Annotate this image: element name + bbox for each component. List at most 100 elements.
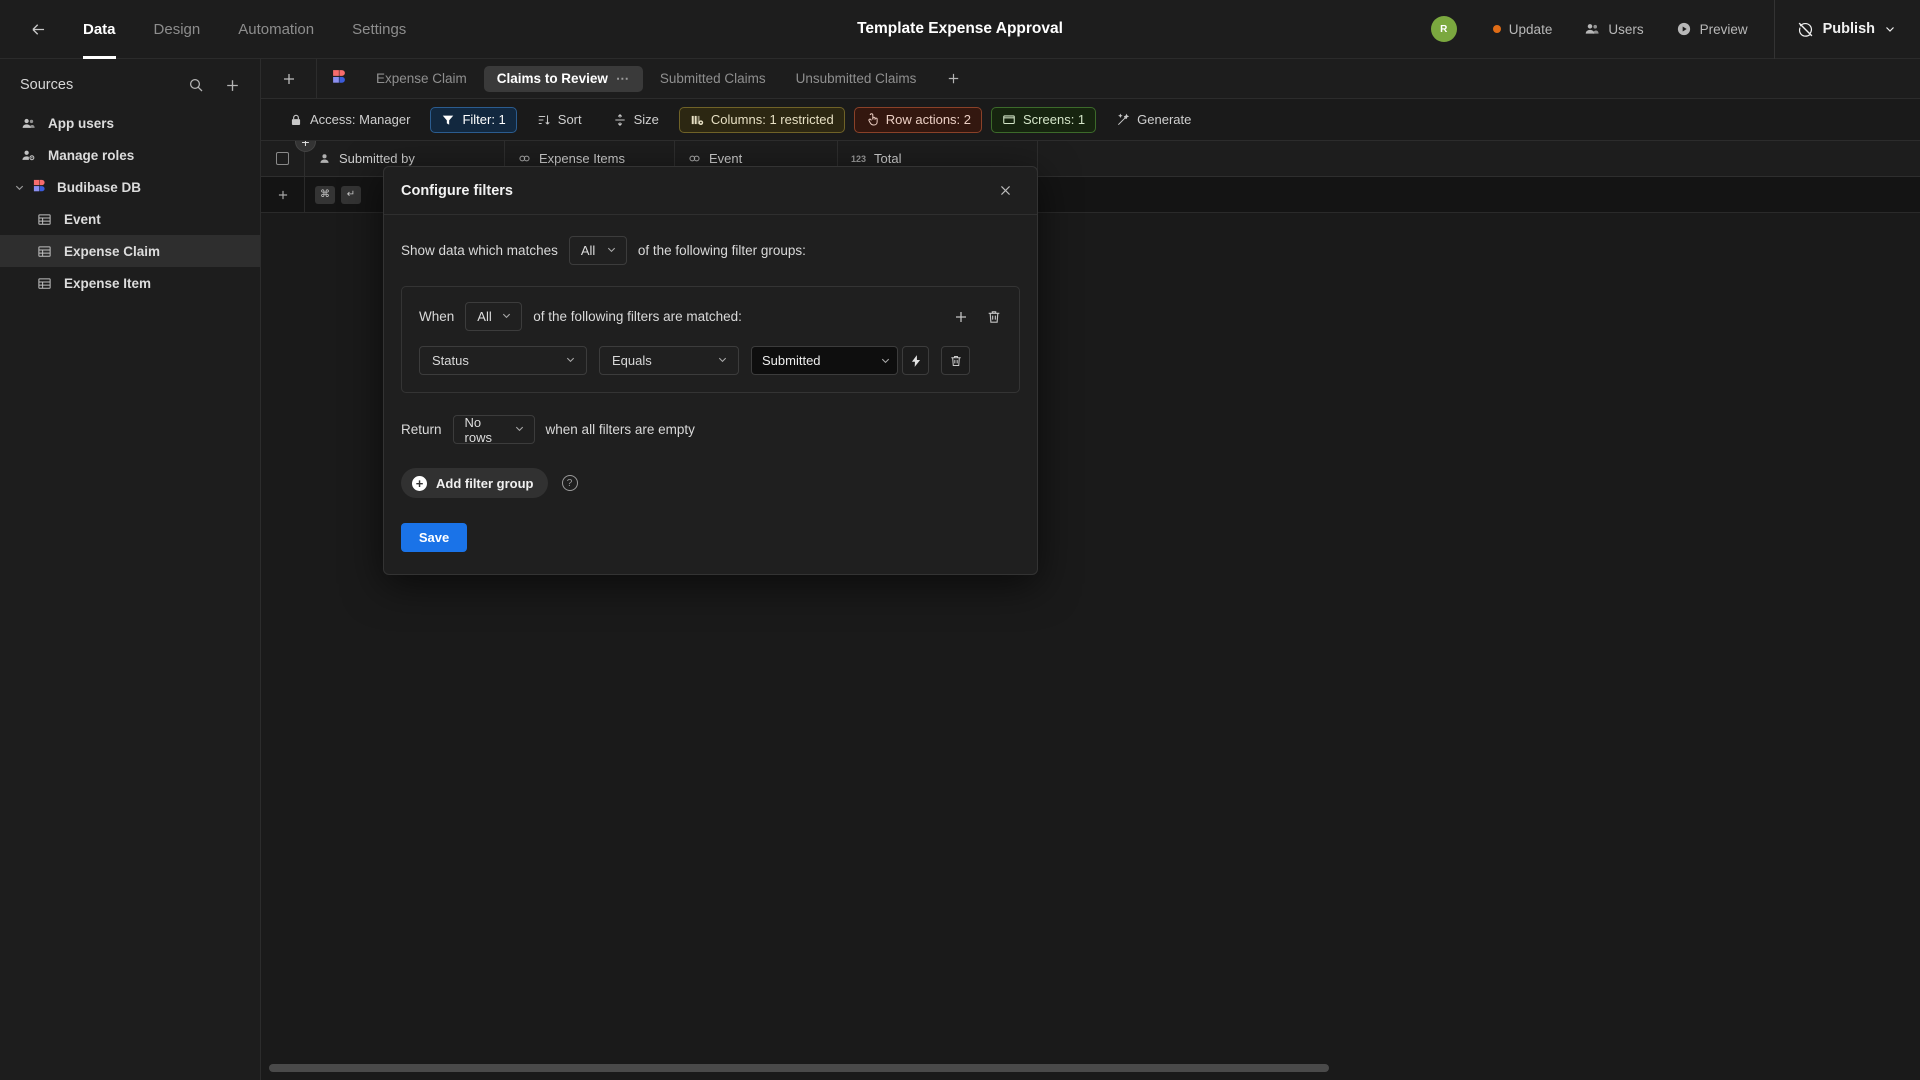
modal-header: Configure filters [384,167,1037,215]
chevron-down-icon [501,310,512,324]
sidebar-item-budibase-db[interactable]: Budibase DB [0,171,260,203]
sort-icon [537,113,551,127]
table-icon [36,212,53,227]
row-action-icon [865,112,879,127]
nav-tab-automation-label: Automation [238,20,315,38]
keyboard-hint: ⌘ ↵ [305,177,361,212]
chevron-down-icon [565,353,576,368]
top-navigation-bar: Data Design Automation Settings Template… [0,0,1920,59]
filter-field-select[interactable]: Status [419,346,587,375]
column-header-total-label: Total [874,151,902,166]
screens-button[interactable]: Screens: 1 [991,106,1097,133]
chevron-down-icon [514,423,525,437]
screens-button-label: Screens: 1 [1023,112,1086,127]
sidebar-item-expense-claim[interactable]: Expense Claim [0,235,260,267]
sidebar-item-budibase-db-label: Budibase DB [57,179,142,195]
keycap-command: ⌘ [315,185,335,204]
nav-tab-design-label: Design [153,20,201,38]
tab-overflow-icon[interactable]: ⋯ [616,71,630,87]
back-button[interactable] [18,9,58,49]
sidebar-item-event-label: Event [64,211,101,227]
add-row-button[interactable] [261,177,305,212]
plus-icon [278,190,287,199]
users-icon [1586,24,1599,34]
users-label: Users [1608,21,1644,37]
when-operator-select[interactable]: All [465,302,523,331]
filter-icon [441,113,455,127]
empty-filters-return-row: Return No rows when all filters are empt… [401,415,1020,445]
row-actions-button-label: Row actions: 2 [885,112,972,127]
match-groups-select[interactable]: All [568,236,627,265]
data-grid: Submitted by Expense Items Event 123 Tot… [261,141,1920,1080]
datasource-tabstrip: Expense Claim Claims to Review ⋯ Submitt… [261,58,1920,99]
match-suffix-label: of the following filter groups: [637,243,806,258]
return-rows-select[interactable]: No rows [452,415,535,445]
horizontal-scrollbar[interactable] [261,1064,1920,1072]
nav-tab-settings[interactable]: Settings [333,0,425,59]
generate-button-label: Generate [1137,112,1192,127]
tab-claims-to-review[interactable]: Claims to Review ⋯ [483,65,643,92]
budibase-logo-icon [32,178,51,197]
filter-value-dropdown-toggle[interactable] [873,346,898,375]
add-filter-group-row: + Add filter group ? [401,468,1020,498]
nav-tab-design[interactable]: Design [135,0,220,59]
size-button[interactable]: Size [602,107,670,133]
lightning-icon [911,354,920,367]
users-button[interactable]: Users [1568,0,1659,59]
columns-button-label: Columns: 1 restricted [710,112,834,127]
sidebar-item-manage-roles[interactable]: Manage roles [0,139,260,171]
delete-filter-group-button[interactable] [986,309,1002,325]
sidebar-item-app-users[interactable]: App users [0,107,260,139]
add-filter-button[interactable] [953,309,969,325]
sidebar-item-expense-item[interactable]: Expense Item [0,267,260,299]
return-prefix-label: Return [401,422,442,437]
filter-condition-row: Status Equals Submitted [419,346,1002,375]
tab-unsubmitted-claims-label: Unsubmitted Claims [795,71,917,86]
filter-operator-select-value: Equals [612,353,652,368]
sidebar-item-event[interactable]: Event [0,203,260,235]
delete-filter-button[interactable] [941,346,970,375]
tab-unsubmitted-claims[interactable]: Unsubmitted Claims [783,66,930,92]
filter-value-input[interactable]: Submitted [751,346,873,375]
close-icon[interactable] [993,179,1017,203]
filter-button[interactable]: Filter: 1 [430,106,517,133]
save-button[interactable]: Save [401,523,467,552]
publish-button[interactable]: Publish [1773,0,1920,59]
nav-tab-data[interactable]: Data [64,0,135,59]
filter-field-select-value: Status [432,353,469,368]
when-suffix-label: of the following filters are matched: [533,309,742,324]
horizontal-scrollbar-thumb[interactable] [269,1064,1329,1072]
size-button-label: Size [633,112,659,127]
column-header-submitted-by-label: Submitted by [339,151,415,166]
filter-binding-button[interactable] [902,346,929,375]
nav-tab-automation[interactable]: Automation [219,0,333,59]
update-label: Update [1508,21,1553,37]
columns-button[interactable]: Columns: 1 restricted [678,106,845,133]
play-circle-icon [1677,22,1690,36]
add-view-left-button[interactable] [261,58,317,99]
search-icon[interactable] [188,77,204,93]
generate-button[interactable]: Generate [1105,107,1202,133]
preview-button[interactable]: Preview [1660,0,1764,59]
screen-icon [1002,113,1016,127]
sidebar-item-manage-roles-label: Manage roles [48,147,135,163]
row-actions-button[interactable]: Row actions: 2 [853,106,983,133]
select-all-checkbox[interactable] [276,152,289,165]
sort-button[interactable]: Sort [526,107,593,133]
avatar[interactable]: R [1430,16,1457,42]
sources-header-actions [188,77,241,94]
tab-expense-claim[interactable]: Expense Claim [363,66,480,92]
access-button[interactable]: Access: Manager [278,107,421,133]
size-icon [613,113,627,127]
filter-group-actions [953,309,1002,325]
globe-slash-icon [1798,22,1813,37]
relationship-icon [688,152,701,165]
chevron-down-icon [12,182,26,193]
add-source-icon[interactable] [224,77,241,94]
add-tab-button[interactable] [939,66,967,92]
filter-operator-select[interactable]: Equals [599,346,739,375]
question-icon[interactable]: ? [561,475,578,491]
add-filter-group-button[interactable]: + Add filter group [401,468,548,498]
tab-submitted-claims[interactable]: Submitted Claims [647,66,779,92]
update-button[interactable]: Update [1477,0,1569,59]
